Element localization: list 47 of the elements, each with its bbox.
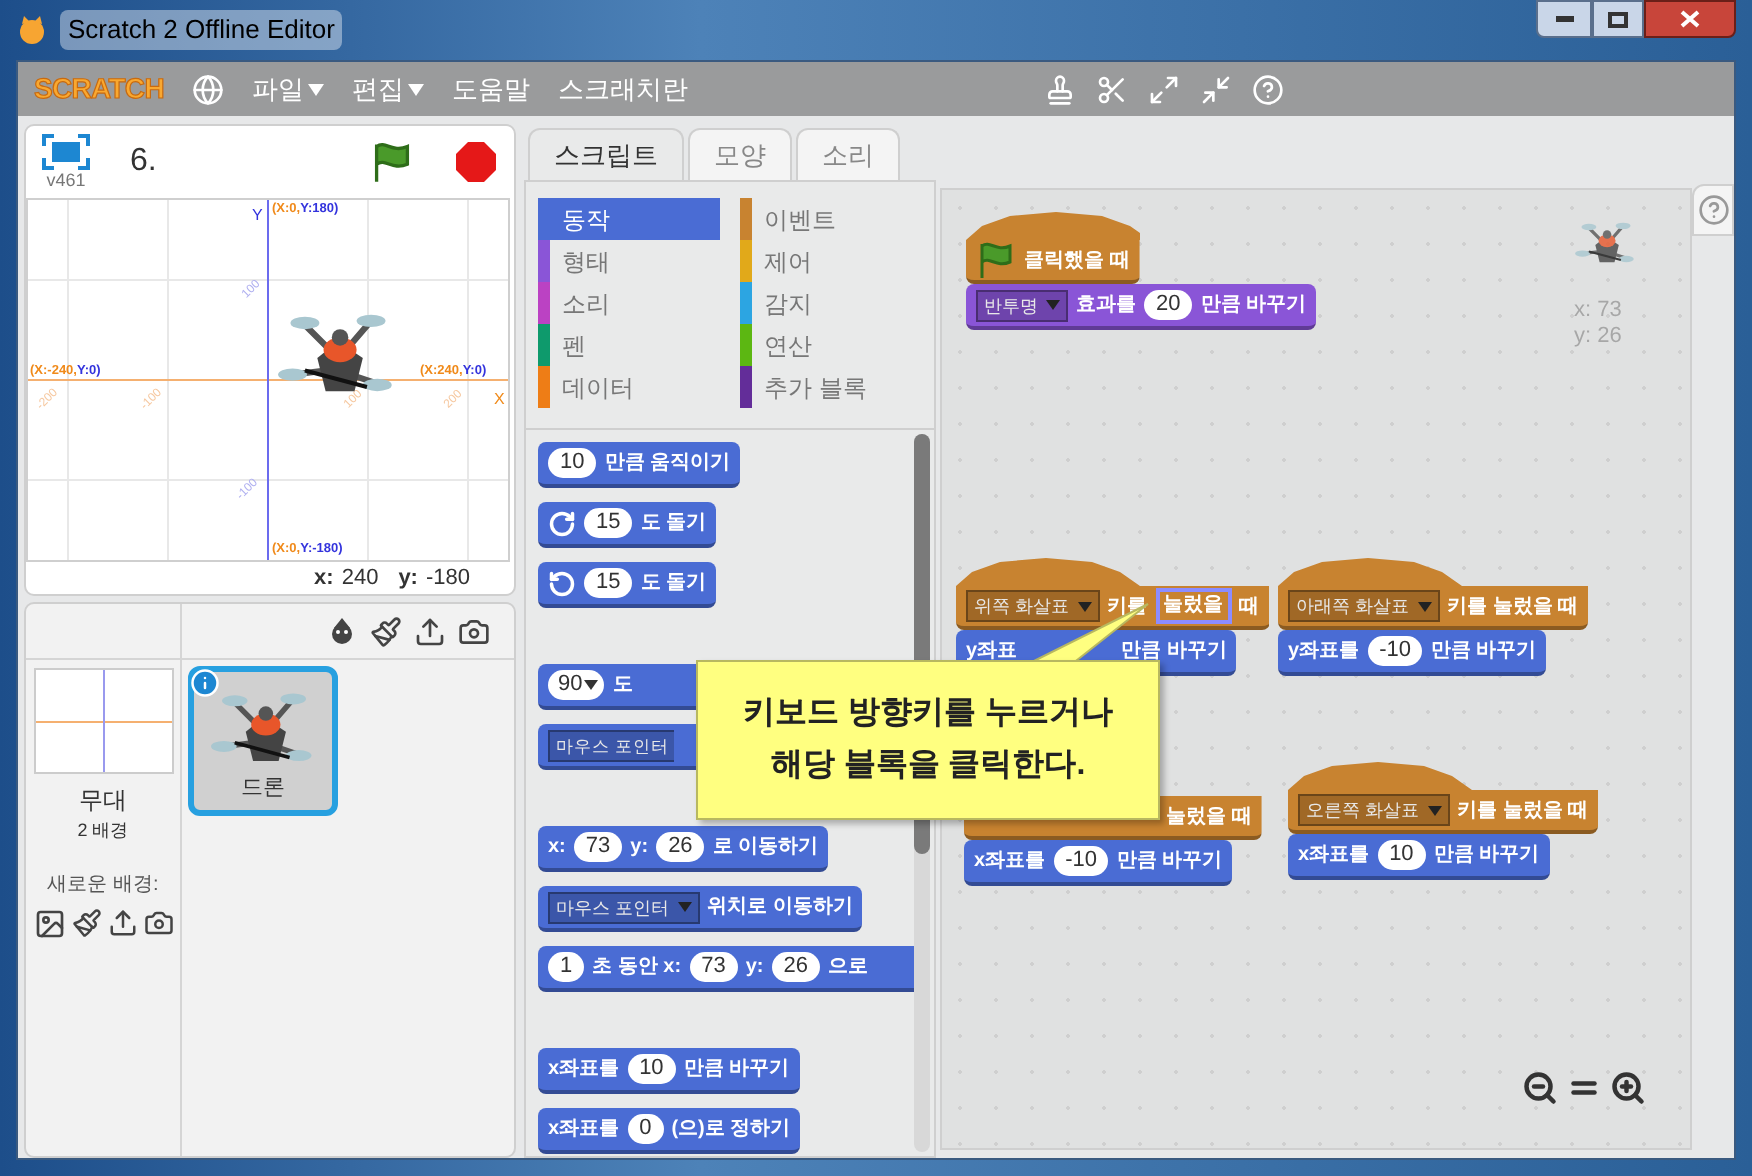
sprite-name: 드론 [241, 773, 285, 803]
block-label: y좌표를 [1288, 638, 1360, 666]
highlighted-label: 눌렀을 [1155, 588, 1232, 624]
block-label: 위치로 이동하기 [707, 894, 853, 922]
mouse-x-value: 240 [341, 563, 379, 594]
block-label: y좌표 [966, 638, 1018, 666]
block-label: 도 돌기 [640, 570, 707, 598]
block-label: x좌표를 [548, 1116, 620, 1144]
project-title: 6. [130, 142, 157, 182]
block-label: 키를 눌렀을 때 [1447, 593, 1579, 621]
block-label: 키를 눌렀을 때 [1457, 797, 1589, 825]
block-label: 로 이동하기 [712, 834, 819, 862]
block-label: 만큼 바꾸기 [683, 1056, 790, 1084]
mouse-x-label: x: [314, 563, 334, 594]
block-label: 으로 [827, 954, 868, 982]
block-label: x좌표를 [974, 848, 1046, 876]
block-label: 만큼 바꾸기 [1121, 638, 1227, 666]
block-label: x좌표를 [548, 1056, 620, 1084]
backdrop-count: 2 배경 [77, 818, 129, 844]
block-label: 만큼 바꾸기 [1200, 292, 1307, 320]
axis-label: Y [252, 208, 263, 224]
sprite-x-position: x: 73 [1574, 298, 1622, 324]
window-title: Scratch 2 Offline Editor [60, 10, 343, 50]
block-label: 만큼 바꾸기 [1116, 848, 1223, 876]
block-label: (으)로 정하기 [671, 1116, 791, 1144]
block-label: 눌렀을 때 [1166, 803, 1252, 831]
block-label: x좌표를 [1298, 842, 1370, 870]
stage-label: 무대 [79, 784, 127, 818]
mouse-y-value: -180 [425, 563, 470, 594]
block-label: y: [745, 954, 764, 982]
scratch-logo: SCRATCH [34, 70, 164, 108]
block-label: 클릭했을 때 [1024, 247, 1130, 275]
block-label: 도 [612, 672, 633, 700]
block-label: 도 돌기 [640, 510, 707, 538]
version-label: v461 [46, 170, 86, 190]
mouse-y-label: y: [398, 563, 418, 594]
block-label: x: [548, 834, 566, 862]
block-label: 만큼 바꾸기 [1430, 638, 1537, 666]
new-backdrop-label: 새로운 배경: [47, 871, 159, 899]
block-label: 만큼 움직이기 [604, 450, 731, 478]
block-label: y: [630, 834, 649, 862]
block-label: 때 [1239, 593, 1260, 621]
block-label: 효과를 [1076, 292, 1136, 320]
axis-label: X [494, 392, 505, 408]
sprite-y-position: y: 26 [1574, 324, 1622, 350]
block-label: 초 동안 x: [592, 954, 682, 982]
block-label: 만큼 바꾸기 [1433, 842, 1540, 870]
